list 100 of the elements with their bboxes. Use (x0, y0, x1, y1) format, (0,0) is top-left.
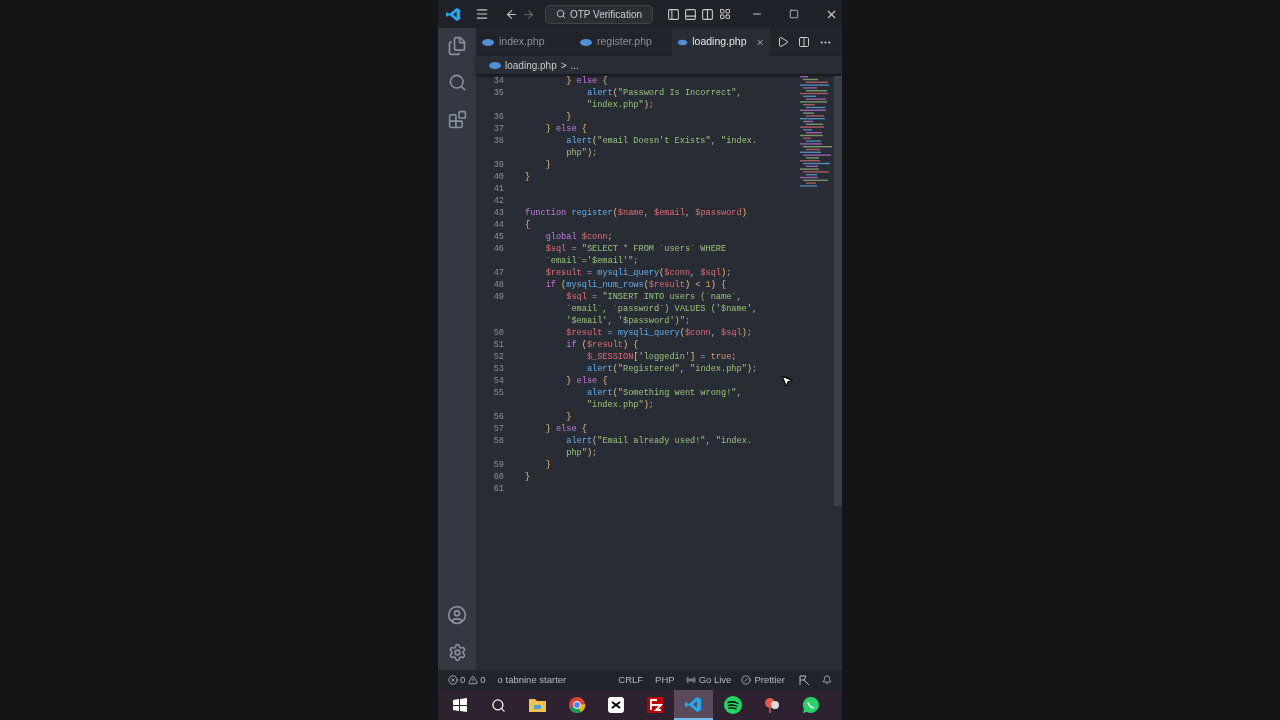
menu-icon[interactable] (475, 7, 489, 21)
line-number: 43 (493, 207, 504, 219)
code-line: } (544, 159, 551, 171)
code-line: $result = mysqli_query($conn, $sql); (565, 327, 752, 339)
status-item[interactable]: Go Live (698, 672, 732, 688)
line-number: 35 (493, 87, 504, 99)
code-line: alert("Email already used!", "index. (565, 435, 752, 447)
search-icon (555, 9, 566, 19)
code-line: alert("Registered", "index.php"); (585, 363, 758, 375)
code-line: } else { (544, 423, 587, 435)
line-number: 48 (493, 279, 504, 291)
code-line: alert("email Doesn't Exists", "index. (565, 135, 758, 147)
code-line: `email`='$email'"; (544, 255, 639, 267)
line-number: 42 (493, 195, 504, 207)
code-editor-logo-icon[interactable] (446, 6, 461, 22)
back-arrow-icon[interactable] (505, 7, 518, 21)
line-number: 41 (493, 183, 504, 195)
code-line: } (525, 471, 531, 483)
warning-count[interactable]: 0 (480, 672, 486, 688)
code-line: alert("Password Is Incorrect", (585, 87, 742, 99)
browser-logo-icon[interactable] (567, 696, 586, 714)
mouse-cursor-icon (780, 374, 794, 388)
command-search-field[interactable]: OTP Verification (545, 4, 653, 24)
code-line: if ($result) { (565, 339, 639, 351)
line-number: 56 (493, 411, 504, 423)
status-item[interactable]: CRLF (618, 672, 644, 688)
panel-toggle-icon[interactable] (684, 7, 697, 21)
line-number: 50 (493, 327, 504, 339)
line-number: 49 (493, 291, 504, 303)
settings-icon[interactable] (447, 643, 467, 662)
line-number: 38 (493, 135, 504, 147)
line-number: 51 (493, 339, 504, 351)
code-editor-icon[interactable] (685, 695, 702, 713)
line-number: 37 (493, 123, 504, 135)
code-line: $sql = "SELECT * FROM `users` WHERE (544, 243, 727, 255)
code-line: if (mysqli_num_rows($result) < 1) { (544, 279, 727, 291)
code-line: } else { (565, 75, 608, 87)
status-item[interactable]: Prettier (754, 672, 785, 688)
notification-icon[interactable] (822, 675, 832, 685)
run-icon[interactable] (777, 36, 789, 48)
extensions-icon[interactable] (447, 110, 467, 129)
sidebar-toggle-icon[interactable] (667, 7, 680, 21)
code-line: } (565, 411, 572, 423)
line-number: 60 (493, 471, 504, 483)
code-line: `email`, `password`) VALUES ('$name', (565, 303, 758, 315)
code-line: "index.php"); (585, 99, 654, 111)
line-number: 40 (493, 171, 504, 183)
code-line: function register($name, $email, $password) (525, 207, 747, 219)
breadcrumb-item[interactable]: loading.php (505, 57, 557, 73)
line-number: 52 (493, 351, 504, 363)
code-line: "index.php"); (585, 399, 654, 411)
account-icon[interactable] (447, 605, 467, 625)
status-item[interactable]: PHP (655, 672, 675, 688)
breadcrumb-item[interactable]: ... (570, 57, 579, 73)
layout-icon[interactable] (719, 8, 731, 20)
broadcast-icon[interactable] (685, 675, 696, 685)
line-number: 34 (493, 75, 504, 87)
code-line: $sql = "INSERT INTO users (`name`, (565, 291, 742, 303)
line-number: 55 (493, 387, 504, 399)
files-icon[interactable] (447, 36, 467, 56)
music-app-icon[interactable] (723, 696, 742, 714)
code-line: { (525, 219, 531, 231)
ftp-app-icon[interactable] (646, 697, 663, 713)
windows-logo-icon[interactable] (452, 698, 467, 712)
code-line: $result = mysqli_query($conn, $sql); (544, 267, 732, 279)
prettier-status-icon[interactable] (741, 675, 752, 685)
search-icon[interactable] (491, 697, 506, 713)
code-line: } (525, 171, 531, 183)
warning-icon[interactable] (468, 675, 479, 685)
line-number: 53 (493, 363, 504, 375)
error-count[interactable]: 0 (460, 672, 466, 688)
code-line: } else { (565, 375, 608, 387)
split-layout-icon[interactable] (701, 7, 714, 21)
error-icon[interactable] (448, 675, 458, 685)
scrollbar[interactable] (834, 76, 842, 506)
line-number: 46 (493, 243, 504, 255)
line-number: 45 (493, 231, 504, 243)
status-item[interactable]: o tabnine starter (497, 672, 567, 688)
code-line: php"); (565, 147, 598, 159)
code-line: alert("Something went wrong!", (585, 387, 742, 399)
maximize-icon[interactable] (789, 9, 799, 19)
line-number: 58 (493, 435, 504, 447)
balloon-app-icon[interactable] (762, 696, 781, 714)
code-line: } (544, 459, 551, 471)
php-file-icon (482, 38, 494, 46)
editor-tab[interactable]: loading.php (672, 28, 770, 56)
php-file-icon (489, 61, 501, 69)
split-editor-icon[interactable] (798, 36, 810, 48)
code-line: $_SESSION['loggedin'] = true; (585, 351, 737, 363)
chat-app-icon[interactable] (801, 696, 820, 714)
code-line: '$email', '$password')"; (565, 315, 691, 327)
line-number: 59 (493, 459, 504, 471)
php-file-icon (580, 38, 592, 46)
video-editor-icon[interactable] (607, 697, 624, 713)
breadcrumb-separator: > (560, 58, 567, 73)
feedback-icon[interactable] (799, 674, 810, 686)
folder-icon[interactable] (529, 698, 546, 712)
php-file-icon (678, 38, 688, 46)
code-line: php"); (565, 447, 598, 459)
line-number: 57 (493, 423, 504, 435)
